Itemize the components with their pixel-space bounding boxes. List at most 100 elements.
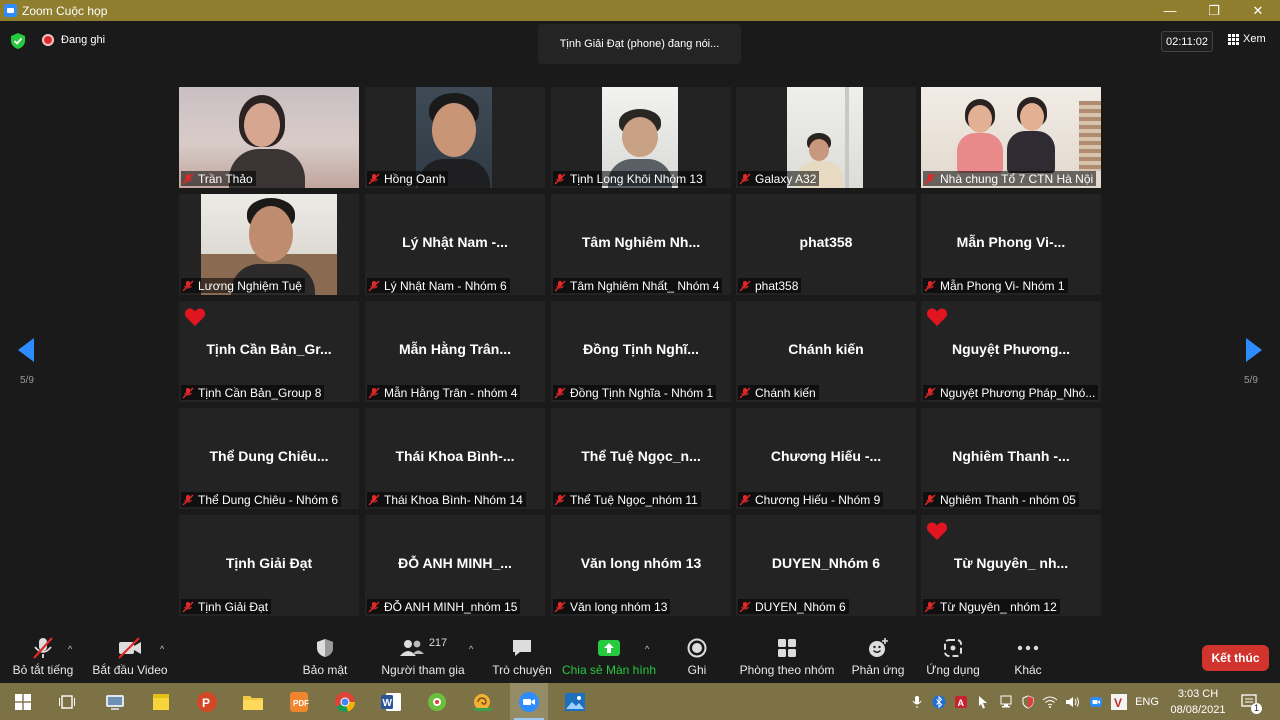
previous-page-arrow-icon[interactable] (18, 338, 34, 362)
participant-tile[interactable]: Thể Dung Chiêu... Thể Dung Chiêu - Nhóm … (179, 408, 359, 509)
participant-tile[interactable]: Galaxy A32 (736, 87, 916, 188)
participant-name: Đồng Tịnh Nghĩa - Nhóm 1 (553, 385, 717, 400)
microphone-tray-icon[interactable] (908, 683, 926, 720)
mute-label: Bỏ tắt tiếng (12, 663, 74, 677)
end-meeting-button[interactable]: Kết thúc (1202, 645, 1269, 671)
volume-tray-icon[interactable] (1063, 683, 1083, 720)
close-button[interactable]: ✕ (1236, 0, 1280, 21)
participant-tile[interactable]: Văn long nhóm 13 Văn long nhóm 13 (551, 515, 731, 616)
taskbar-clock[interactable]: 3:03 CH 08/08/2021 (1168, 686, 1228, 718)
muted-mic-icon (182, 173, 194, 184)
apps-button[interactable]: Ứng dụng (925, 633, 981, 683)
participant-tile[interactable]: Mẫn Phong Vi-... Mẫn Phong Vi- Nhóm 1 (921, 194, 1101, 295)
share-options-caret-icon[interactable]: ^ (645, 644, 649, 654)
chat-button[interactable]: Trò chuyện (490, 633, 554, 683)
participant-name: DUYEN_Nhóm 6 (738, 599, 849, 614)
participant-tile[interactable]: phat358 phat358 (736, 194, 916, 295)
taskbar-chrome[interactable] (326, 683, 364, 720)
taskbar-powerpoint[interactable]: P (188, 683, 226, 720)
shield-icon[interactable] (11, 33, 25, 49)
shield-tray-icon[interactable] (1019, 683, 1037, 720)
taskbar-photos[interactable] (556, 683, 594, 720)
taskbar-sticky-notes[interactable] (142, 683, 180, 720)
recording-indicator[interactable]: Đang ghi (42, 34, 105, 46)
participant-tile[interactable]: Hồng Oanh (365, 87, 545, 188)
participant-tile[interactable]: DUYEN_Nhóm 6 DUYEN_Nhóm 6 (736, 515, 916, 616)
start-video-button[interactable]: Bắt đầu Video (92, 633, 168, 683)
participant-display-name: Lý Nhật Nam -... (402, 234, 508, 250)
reactions-label: Phản ứng (851, 663, 905, 677)
participant-tile[interactable]: Nhà chung Tổ 7 CTN Hà Nội (921, 87, 1101, 188)
grid-view-icon (1228, 33, 1239, 45)
share-screen-button[interactable]: Chia sẻ Màn hình (562, 633, 656, 683)
participant-name: ĐỖ ANH MINH_nhóm 15 (367, 599, 521, 614)
muted-mic-icon (739, 601, 751, 612)
muted-mic-icon (554, 494, 566, 505)
participant-tile[interactable]: Chánh kiến Chánh kiến (736, 301, 916, 402)
participant-tile[interactable]: Tâm Nghiêm Nh... Tâm Nghiêm Nhất_ Nhóm 4 (551, 194, 731, 295)
taskbar-word[interactable]: W (372, 683, 410, 720)
participant-tile[interactable]: Thể Tuệ Ngọc_n... Thể Tuệ Ngọc_nhóm 11 (551, 408, 731, 509)
taskbar-app-green[interactable] (418, 683, 456, 720)
language-indicator[interactable]: ENG (1131, 683, 1163, 720)
participant-tile[interactable]: Trần Thảo (179, 87, 359, 188)
participants-caret-icon[interactable]: ^ (469, 644, 473, 654)
participant-display-name: Tịnh Giải Đạt (225, 555, 313, 571)
participant-tile[interactable]: Lý Nhật Nam -... Lý Nhật Nam - Nhóm 6 (365, 194, 545, 295)
taskbar-zoom[interactable] (510, 683, 548, 720)
participant-tile[interactable]: Thái Khoa Bình-... Thái Khoa Bình- Nhóm … (365, 408, 545, 509)
participant-tile[interactable]: Lương Nghiệm Tuệ (179, 194, 359, 295)
bluetooth-tray-icon[interactable] (930, 683, 948, 720)
svg-text:PDF: PDF (293, 699, 309, 708)
muted-mic-icon (739, 173, 751, 184)
svg-text:A: A (958, 698, 965, 708)
taskbar-file-explorer[interactable] (234, 683, 272, 720)
network-tray-icon[interactable] (997, 683, 1015, 720)
apps-icon (944, 639, 962, 657)
participant-tile[interactable]: Tịnh Giải Đạt Tịnh Giải Đạt (179, 515, 359, 616)
taskbar-pdf-app[interactable]: PDF (280, 683, 318, 720)
notification-center-button[interactable]: 1 (1238, 683, 1263, 720)
task-view-button[interactable] (48, 683, 86, 720)
record-button[interactable]: Ghi (680, 633, 714, 683)
taskbar-app-generic[interactable] (96, 683, 134, 720)
wifi-tray-icon[interactable] (1041, 683, 1059, 720)
next-page-arrow-icon[interactable] (1246, 338, 1262, 362)
participant-display-name: phat358 (799, 234, 853, 250)
taskbar-app-snail[interactable] (464, 683, 502, 720)
participant-tile[interactable]: Chương Hiếu -... Chương Hiếu - Nhóm 9 (736, 408, 916, 509)
participants-button[interactable]: 217 Người tham gia (380, 633, 466, 683)
breakout-rooms-button[interactable]: Phòng theo nhóm (740, 633, 834, 683)
zoom-icon (519, 691, 539, 712)
participant-display-name: Đồng Tịnh Nghĩ... (583, 341, 699, 357)
participant-name: Chương Hiếu - Nhóm 9 (738, 492, 884, 507)
minimize-button[interactable]: — (1148, 0, 1192, 21)
start-video-label: Bắt đầu Video (92, 663, 168, 677)
start-button[interactable] (4, 683, 42, 720)
participant-name: Nhà chung Tổ 7 CTN Hà Nội (923, 171, 1097, 186)
more-button[interactable]: Khác (1010, 633, 1046, 683)
maximize-button[interactable]: ❐ (1192, 0, 1236, 21)
participant-tile[interactable]: Tịnh Cần Bản_Gr... Tịnh Cần Bản_Group 8 (179, 301, 359, 402)
participant-tile[interactable]: Nghiêm Thanh -... Nghiêm Thanh - nhóm 05 (921, 408, 1101, 509)
mute-button[interactable]: Bỏ tắt tiếng (12, 633, 74, 683)
audio-options-caret-icon[interactable]: ^ (68, 644, 72, 654)
reactions-button[interactable]: Phản ứng (851, 633, 905, 683)
participant-tile[interactable]: Nguyệt Phương... Nguyệt Phương Pháp_Nhó.… (921, 301, 1101, 402)
unikey-tray-icon[interactable]: V (1109, 683, 1129, 720)
security-button[interactable]: Bảo mật (300, 633, 350, 683)
view-button[interactable]: Xem (1228, 33, 1266, 45)
participant-name: Trần Thảo (181, 171, 256, 186)
adobe-tray-icon[interactable]: A (952, 683, 970, 720)
video-options-caret-icon[interactable]: ^ (160, 644, 164, 654)
participant-tile[interactable]: Mẫn Hằng Trân... Mẫn Hằng Trân - nhóm 4 (365, 301, 545, 402)
participant-tile[interactable]: Từ Nguyên_ nh... Từ Nguyên_ nhóm 12 (921, 515, 1101, 616)
participant-tile[interactable]: Tịnh Long Khôi Nhóm 13 (551, 87, 731, 188)
participant-display-name: Nguyệt Phương... (951, 341, 1071, 357)
zoom-tray-icon[interactable] (1087, 683, 1105, 720)
participant-name: Tịnh Giải Đạt (181, 599, 272, 614)
participant-tile[interactable]: Đồng Tịnh Nghĩ... Đồng Tịnh Nghĩa - Nhóm… (551, 301, 731, 402)
window-title: Zoom Cuộc họp (22, 3, 108, 18)
cursor-tray-icon[interactable] (975, 683, 991, 720)
participant-tile[interactable]: ĐỖ ANH MINH_... ĐỖ ANH MINH_nhóm 15 (365, 515, 545, 616)
